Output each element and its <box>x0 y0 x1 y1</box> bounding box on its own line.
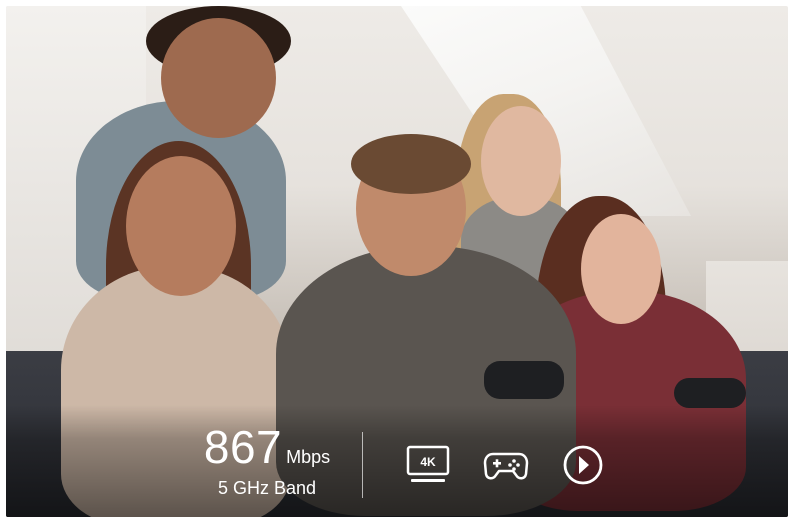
person-standing-back-face <box>161 18 276 138</box>
game-controller <box>484 361 564 399</box>
game-controller <box>674 378 746 408</box>
band-label: 5 GHz Band <box>217 478 317 498</box>
speed-info: 867 Mbps 5 GHz Band <box>172 424 362 510</box>
person-center-hair <box>351 134 471 194</box>
4k-display-icon: 4K <box>405 444 451 486</box>
person-right-face <box>581 214 661 324</box>
play-circle-icon <box>560 444 606 486</box>
info-overlay <box>6 405 788 517</box>
divider <box>362 432 363 498</box>
gamepad-icon <box>483 444 529 486</box>
hero-banner <box>6 6 788 517</box>
speed-line: 867 Mbps <box>172 424 362 470</box>
speed-value: 867 <box>203 421 283 473</box>
4k-icon-text: 4K <box>420 455 436 469</box>
person-left-face <box>126 156 236 296</box>
speed-unit: Mbps <box>286 447 331 467</box>
person-blonde-face <box>481 106 561 216</box>
